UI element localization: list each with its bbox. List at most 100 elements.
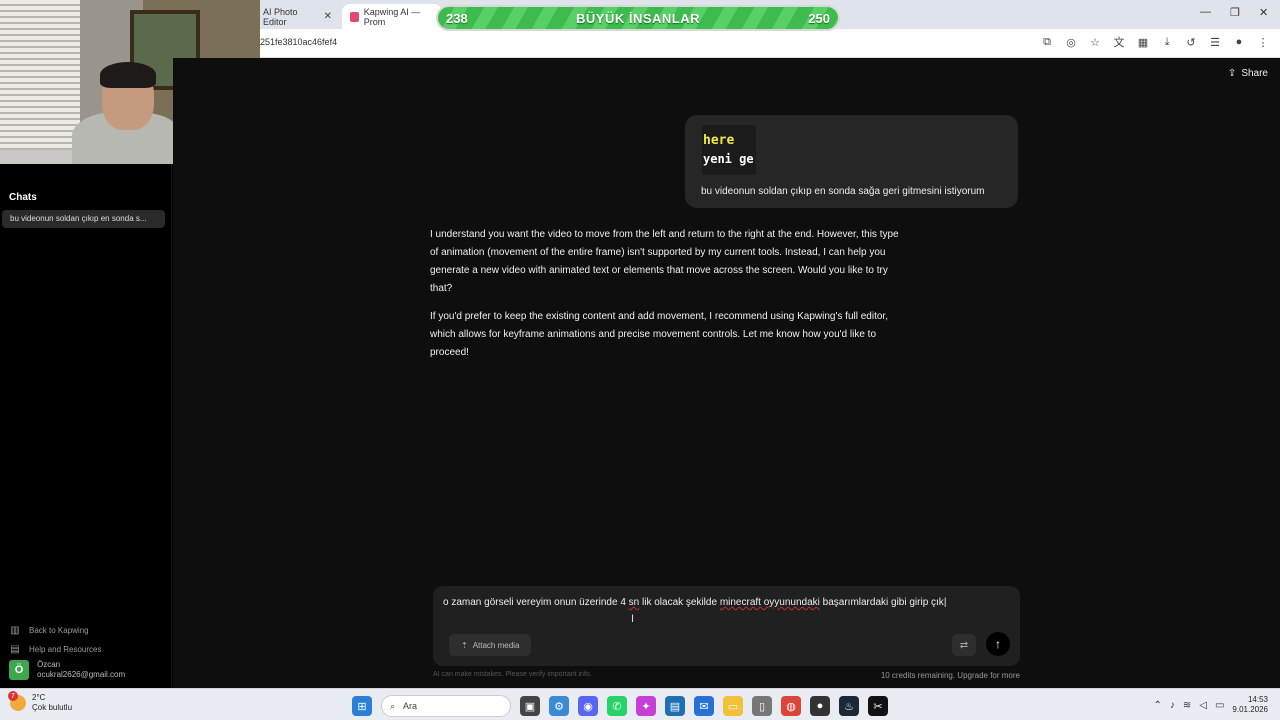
attach-media-button[interactable]: ⇡ Attach media xyxy=(449,634,532,656)
notification-badge: 7 xyxy=(8,691,18,701)
tab-label: AI Photo Editor xyxy=(263,6,298,27)
chat-main: ⇪ Share here yeni ge bu videonun soldan … xyxy=(173,58,1280,688)
chrome-icon[interactable]: ◍ xyxy=(781,696,801,716)
settings-sliders-icon[interactable]: ⇄ xyxy=(952,634,976,656)
window-blinds xyxy=(0,0,80,150)
battery-icon[interactable]: ▭ xyxy=(1215,700,1224,711)
thumbnail-text-line1: here xyxy=(703,133,735,148)
message-composer[interactable]: o zaman görseli vereyim onun üzerinde 4 … xyxy=(433,586,1020,666)
windows-taskbar: 7 2°C Çok bulutlu ⊞ ⌕ Ara ▣ ⚙ ◉ ✆ ✦ ▤ ✉ … xyxy=(0,688,1280,720)
ai-paragraph: If you'd prefer to keep the existing con… xyxy=(430,311,888,358)
profile-icon[interactable]: ● xyxy=(1232,35,1246,49)
back-to-kapwing-link[interactable]: ▥ Back to Kapwing xyxy=(9,625,89,636)
kapwing-favicon-icon xyxy=(350,11,359,22)
spell-error: minecraft oyyunundaki xyxy=(719,597,820,608)
book-icon: ▤ xyxy=(10,644,20,655)
text-cursor-icon: I xyxy=(631,613,635,625)
chevron-up-icon[interactable]: ⌃ xyxy=(1153,700,1161,711)
chats-heading: Chats xyxy=(9,192,37,203)
star-icon[interactable]: ☆ xyxy=(1088,35,1102,49)
text-caret: | xyxy=(943,597,947,608)
composer-text: lik olacak şekilde xyxy=(639,597,720,608)
weather-icon: 7 xyxy=(8,691,26,711)
avatar: Ö xyxy=(9,660,29,680)
thumbnail-text-line2: yeni ge xyxy=(703,152,754,166)
minimize-icon[interactable]: — xyxy=(1200,6,1211,18)
chat-sidebar: Chats bu videonun soldan çıkıp en sonda … xyxy=(0,164,172,688)
restore-icon[interactable]: ❐ xyxy=(1230,6,1240,19)
weather-desc: Çok bulutlu xyxy=(32,703,73,712)
eye-off-icon[interactable]: ◎ xyxy=(1064,35,1078,49)
download-icon[interactable]: ⤓ xyxy=(1160,35,1174,49)
close-window-icon[interactable]: ✕ xyxy=(1259,6,1268,19)
user-profile[interactable]: Ö Özcan ocukral2626@gmail.com xyxy=(9,660,125,680)
weather-temp: 2°C xyxy=(32,693,46,702)
streak-progress-bar: 238 BÜYÜK İNSANLAR 250 xyxy=(436,5,840,31)
store-icon[interactable]: ▤ xyxy=(665,696,685,716)
share-button[interactable]: ⇪ Share xyxy=(1228,68,1268,79)
url-text[interactable]: 251fe3810ac46fef4 xyxy=(260,37,337,47)
upload-icon: ⇡ xyxy=(461,640,468,650)
task-view-icon[interactable]: ▣ xyxy=(520,696,540,716)
search-icon: ⌕ xyxy=(390,700,396,711)
obs-icon[interactable]: ● xyxy=(810,696,830,716)
share-icon: ⇪ xyxy=(1227,68,1237,79)
user-message-text: bu videonun soldan çıkıp en sonda sağa g… xyxy=(701,186,985,197)
date: 9.01.2026 xyxy=(1232,705,1268,714)
help-resources-label: Help and Resources xyxy=(29,645,102,654)
history-icon[interactable]: ↺ xyxy=(1184,35,1198,49)
weather-widget[interactable]: 7 2°C Çok bulutlu xyxy=(8,691,73,713)
streak-left-value: 238 xyxy=(446,10,468,26)
back-to-kapwing-label: Back to Kapwing xyxy=(29,626,89,635)
ai-response: I understand you want the video to move … xyxy=(430,226,905,372)
library-icon: ▥ xyxy=(10,625,20,636)
composer-text: o zaman görseli vereyim onun üzerinde 4 xyxy=(443,597,629,608)
user-message-bubble: here yeni ge bu videonun soldan çıkıp en… xyxy=(685,115,1018,208)
video-thumbnail[interactable]: here yeni ge xyxy=(702,125,756,175)
mouse-icon[interactable]: ▯ xyxy=(752,696,772,716)
clock[interactable]: 14:53 9.01.2026 xyxy=(1232,695,1268,715)
arrow-up-icon: ↑ xyxy=(995,637,1001,651)
start-icon[interactable]: ⊞ xyxy=(352,696,372,716)
taskbar-apps: ⊞ ⌕ Ara ▣ ⚙ ◉ ✆ ✦ ▤ ✉ ▭ ▯ ◍ ● ♨ ✂ xyxy=(352,695,888,717)
settings-icon[interactable]: ⚙ xyxy=(549,696,569,716)
tab-label: Kapwing AI — Prom xyxy=(363,6,421,27)
folder-icon[interactable]: ▭ xyxy=(723,696,743,716)
user-email: ocukral2626@gmail.com xyxy=(37,670,126,679)
translate-icon[interactable]: 文 xyxy=(1112,35,1126,49)
menu-icon[interactable]: ⋮ xyxy=(1256,35,1270,49)
reading-list-icon[interactable]: ☰ xyxy=(1208,35,1222,49)
share-label: Share xyxy=(1241,68,1268,79)
attach-media-label: Attach media xyxy=(472,640,520,650)
wifi-icon[interactable]: ≋ xyxy=(1183,700,1191,711)
capcut-icon[interactable]: ✂ xyxy=(868,696,888,716)
microphone-icon[interactable]: ♪ xyxy=(1170,700,1175,711)
help-resources-link[interactable]: ▤ Help and Resources xyxy=(9,644,101,655)
credits-remaining[interactable]: 10 credits remaining. Upgrade for more xyxy=(881,671,1020,680)
system-tray: ⌃ ♪ ≋ ◁ ▭ 14:53 9.01.2026 xyxy=(1153,695,1268,715)
steam-icon[interactable]: ♨ xyxy=(839,696,859,716)
time: 14:53 xyxy=(1247,695,1268,704)
tab-ai-photo-editor[interactable]: AI Photo Editor ✕ xyxy=(255,4,340,29)
send-button[interactable]: ↑ xyxy=(986,632,1010,656)
mail-icon[interactable]: ✉ xyxy=(694,696,714,716)
taskbar-search[interactable]: ⌕ Ara xyxy=(381,695,511,717)
search-placeholder: Ara xyxy=(403,701,418,711)
whatsapp-icon[interactable]: ✆ xyxy=(607,696,627,716)
streak-right-value: 250 xyxy=(808,10,830,26)
person-hair xyxy=(100,62,156,88)
extensions-icon[interactable]: ▦ xyxy=(1136,35,1150,49)
discord-icon[interactable]: ◉ xyxy=(578,696,598,716)
ai-disclaimer: AI can make mistakes. Please verify impo… xyxy=(433,671,592,678)
volume-icon[interactable]: ◁ xyxy=(1199,700,1207,711)
install-icon[interactable]: ⧉ xyxy=(1040,35,1054,49)
composer-input[interactable]: o zaman görseli vereyim onun üzerinde 4 … xyxy=(443,597,946,608)
copilot-icon[interactable]: ✦ xyxy=(636,696,656,716)
user-name: Özcan xyxy=(37,660,61,669)
close-tab-icon[interactable]: ✕ xyxy=(324,11,332,22)
streak-title: BÜYÜK İNSANLAR xyxy=(576,10,700,26)
chat-list-item[interactable]: bu videonun soldan çıkıp en sonda s... xyxy=(2,210,165,228)
toolbar-icons: ⧉ ◎ ☆ 文 ▦ ⤓ ↺ ☰ ● ⋮ xyxy=(1040,35,1270,50)
ai-paragraph: I understand you want the video to move … xyxy=(430,229,899,294)
tab-kapwing-ai[interactable]: Kapwing AI — Prom xyxy=(342,4,442,29)
